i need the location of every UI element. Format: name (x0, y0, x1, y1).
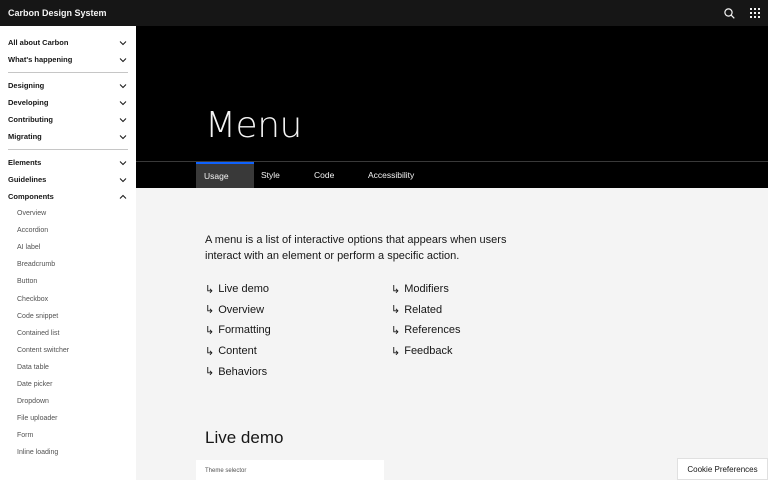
chevron-down-icon (119, 40, 127, 45)
sidebar-item-what-s-happening[interactable]: What's happening (0, 51, 136, 68)
sidebar-item-label: All about Carbon (8, 38, 69, 47)
page-title: Menu (205, 105, 302, 146)
anchor-link-label: Behaviors (218, 365, 268, 378)
sidebar-subitem[interactable]: Inline loading (0, 444, 136, 461)
chevron-down-icon (119, 160, 127, 165)
sidebar-item-label: Developing (8, 98, 49, 107)
sidebar-subitem[interactable]: Accordion (0, 222, 136, 239)
sidebar-item-label: Contributing (8, 115, 53, 124)
sidebar-item-label: What's happening (8, 55, 73, 64)
live-demo-card: Theme selector (196, 460, 384, 480)
sidebar-item-all-about-carbon[interactable]: All about Carbon (0, 34, 136, 51)
anchor-links: ↳ Live demo ↳ Overview ↳ Formatting ↳ Content ↳ B… (205, 279, 768, 382)
sidebar-item-elements[interactable]: Elements (0, 154, 136, 171)
anchor-link[interactable]: ↳ References (391, 320, 577, 341)
anchor-link-label: Live demo (218, 283, 269, 296)
page-tabs: Usage Style Code Accessibility (136, 162, 768, 188)
side-nav: All about Carbon What's happening Designin… (0, 26, 136, 480)
sidebar-subitem[interactable]: Data table (0, 359, 136, 376)
anchor-link[interactable]: ↳ Overview (205, 300, 391, 321)
anchor-link-label: Feedback (404, 345, 453, 358)
search-button[interactable] (716, 0, 742, 26)
nav-divider (8, 72, 128, 73)
return-arrow-icon: ↳ (391, 304, 401, 317)
global-header: Carbon Design System (0, 0, 768, 26)
anchor-link[interactable]: ↳ Formatting (205, 320, 391, 341)
return-arrow-icon: ↳ (205, 304, 215, 317)
return-arrow-icon: ↳ (205, 366, 215, 379)
chevron-down-icon (119, 134, 127, 139)
anchor-link-label: Related (404, 303, 443, 316)
return-arrow-icon: ↳ (205, 324, 215, 337)
site-title[interactable]: Carbon Design System (0, 8, 107, 18)
sidebar-item-developing[interactable]: Developing (0, 94, 136, 111)
anchor-link-label: Overview (218, 303, 265, 316)
section-title-live-demo: Live demo (205, 427, 284, 447)
sidebar-subitem[interactable]: Breadcrumb (0, 256, 136, 273)
return-arrow-icon: ↳ (391, 324, 401, 337)
chevron-down-icon (119, 177, 127, 182)
sidebar-item-designing[interactable]: Designing (0, 77, 136, 94)
app-switcher-icon (750, 8, 760, 18)
anchor-link-label: Formatting (218, 324, 271, 337)
sidebar-subitem[interactable]: Overview (0, 205, 136, 222)
return-arrow-icon: ↳ (205, 345, 215, 358)
sidebar-subitem[interactable]: Code snippet (0, 308, 136, 325)
anchor-link-label: References (404, 324, 461, 337)
tab-style[interactable]: Style (254, 162, 306, 188)
chevron-down-icon (119, 83, 127, 88)
sidebar-subitem[interactable]: Dropdown (0, 393, 136, 410)
sidebar-item-label: Migrating (8, 132, 42, 141)
lead-paragraph: A menu is a list of interactive options … (205, 234, 507, 262)
sidebar-item-label: Guidelines (8, 175, 47, 184)
sidebar-item-contributing[interactable]: Contributing (0, 111, 136, 128)
tab-accessibility[interactable]: Accessibility (360, 162, 422, 188)
nav-divider (8, 149, 128, 150)
chevron-down-icon (119, 100, 127, 105)
sidebar-subitem[interactable]: Contained list (0, 325, 136, 342)
sidebar-subitem[interactable]: Content switcher (0, 342, 136, 359)
sidebar-subitem[interactable]: AI label (0, 239, 136, 256)
search-icon (723, 7, 735, 19)
page-hero: Menu (136, 26, 768, 162)
cookie-preferences-button[interactable]: Cookie Preferences (677, 458, 768, 480)
anchor-link[interactable]: ↳ Content (205, 341, 391, 362)
anchor-link[interactable]: ↳ Modifiers (391, 279, 577, 300)
sidebar-item-label: Elements (8, 158, 42, 167)
sidebar-item-label: Designing (8, 81, 45, 90)
sidebar-subitem[interactable]: Button (0, 273, 136, 290)
anchor-link[interactable]: ↳ Related (391, 300, 577, 321)
sidebar-subitem[interactable]: Checkbox (0, 290, 136, 307)
tab-usage[interactable]: Usage (196, 162, 254, 188)
chevron-down-icon (119, 117, 127, 122)
app-switcher-button[interactable] (742, 0, 768, 26)
return-arrow-icon: ↳ (391, 283, 401, 296)
sidebar-subitem[interactable]: Date picker (0, 376, 136, 393)
anchor-link-label: Content (218, 345, 257, 358)
tab-code[interactable]: Code (306, 162, 360, 188)
sidebar-item-components[interactable]: Components (0, 188, 136, 205)
anchor-link[interactable]: ↳ Feedback (391, 341, 577, 362)
sidebar-subitem[interactable]: File uploader (0, 410, 136, 427)
anchor-link[interactable]: ↳ Live demo (205, 279, 391, 300)
chevron-up-icon (119, 194, 127, 199)
return-arrow-icon: ↳ (205, 283, 215, 296)
theme-selector-label: Theme selector (205, 468, 247, 474)
anchor-link[interactable]: ↳ Behaviors (205, 361, 391, 382)
sidebar-item-label: Components (8, 192, 54, 201)
anchor-link-label: Modifiers (404, 283, 449, 296)
sidebar-subitem[interactable]: Form (0, 427, 136, 444)
sidebar-item-migrating[interactable]: Migrating (0, 128, 136, 145)
return-arrow-icon: ↳ (391, 345, 401, 358)
main-content: Menu Usage Style Code Accessibility A me… (136, 26, 768, 480)
sidebar-item-guidelines[interactable]: Guidelines (0, 171, 136, 188)
chevron-down-icon (119, 57, 127, 62)
hero-divider (136, 161, 768, 162)
